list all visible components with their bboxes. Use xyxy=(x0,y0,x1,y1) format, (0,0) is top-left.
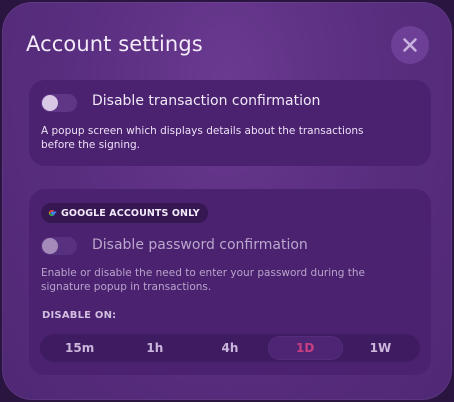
modal-title: Account settings xyxy=(26,32,203,56)
close-icon xyxy=(403,38,417,52)
disable-on-label: DISABLE ON: xyxy=(42,310,117,321)
password-confirmation-toggle[interactable] xyxy=(41,237,77,255)
account-settings-modal: Account settings Disable transaction con… xyxy=(2,2,452,400)
option-1h[interactable]: 1h xyxy=(117,336,192,360)
description-line: A popup screen which displays details ab… xyxy=(41,125,364,137)
option-1d[interactable]: 1D xyxy=(267,336,343,360)
transaction-confirmation-label: Disable transaction confirmation xyxy=(92,93,321,109)
password-confirmation-description: Enable or disable the need to enter your… xyxy=(41,267,365,294)
password-confirmation-card: GOOGLE ACCOUNTS ONLY Disable password co… xyxy=(29,189,431,375)
description-line: signature popup in transactions. xyxy=(41,280,212,293)
transaction-confirmation-card: Disable transaction confirmation A popup… xyxy=(29,80,431,166)
google-icon xyxy=(48,209,57,217)
option-4h[interactable]: 4h xyxy=(192,336,267,360)
description-line: Enable or disable the need to enter your… xyxy=(41,267,365,279)
option-15m[interactable]: 15m xyxy=(42,336,117,360)
password-confirmation-label: Disable password confirmation xyxy=(92,237,308,253)
option-1w[interactable]: 1W xyxy=(343,336,418,360)
disable-on-selector: 15m 1h 4h 1D 1W xyxy=(40,334,420,362)
transaction-confirmation-description: A popup screen which displays details ab… xyxy=(41,125,364,152)
google-accounts-badge: GOOGLE ACCOUNTS ONLY xyxy=(41,203,208,223)
badge-label: GOOGLE ACCOUNTS ONLY xyxy=(61,207,200,219)
toggle-knob xyxy=(42,238,58,254)
description-line: before the signing. xyxy=(41,138,140,151)
toggle-knob xyxy=(42,95,58,111)
transaction-confirmation-toggle[interactable] xyxy=(41,94,77,112)
close-button[interactable] xyxy=(391,26,429,64)
